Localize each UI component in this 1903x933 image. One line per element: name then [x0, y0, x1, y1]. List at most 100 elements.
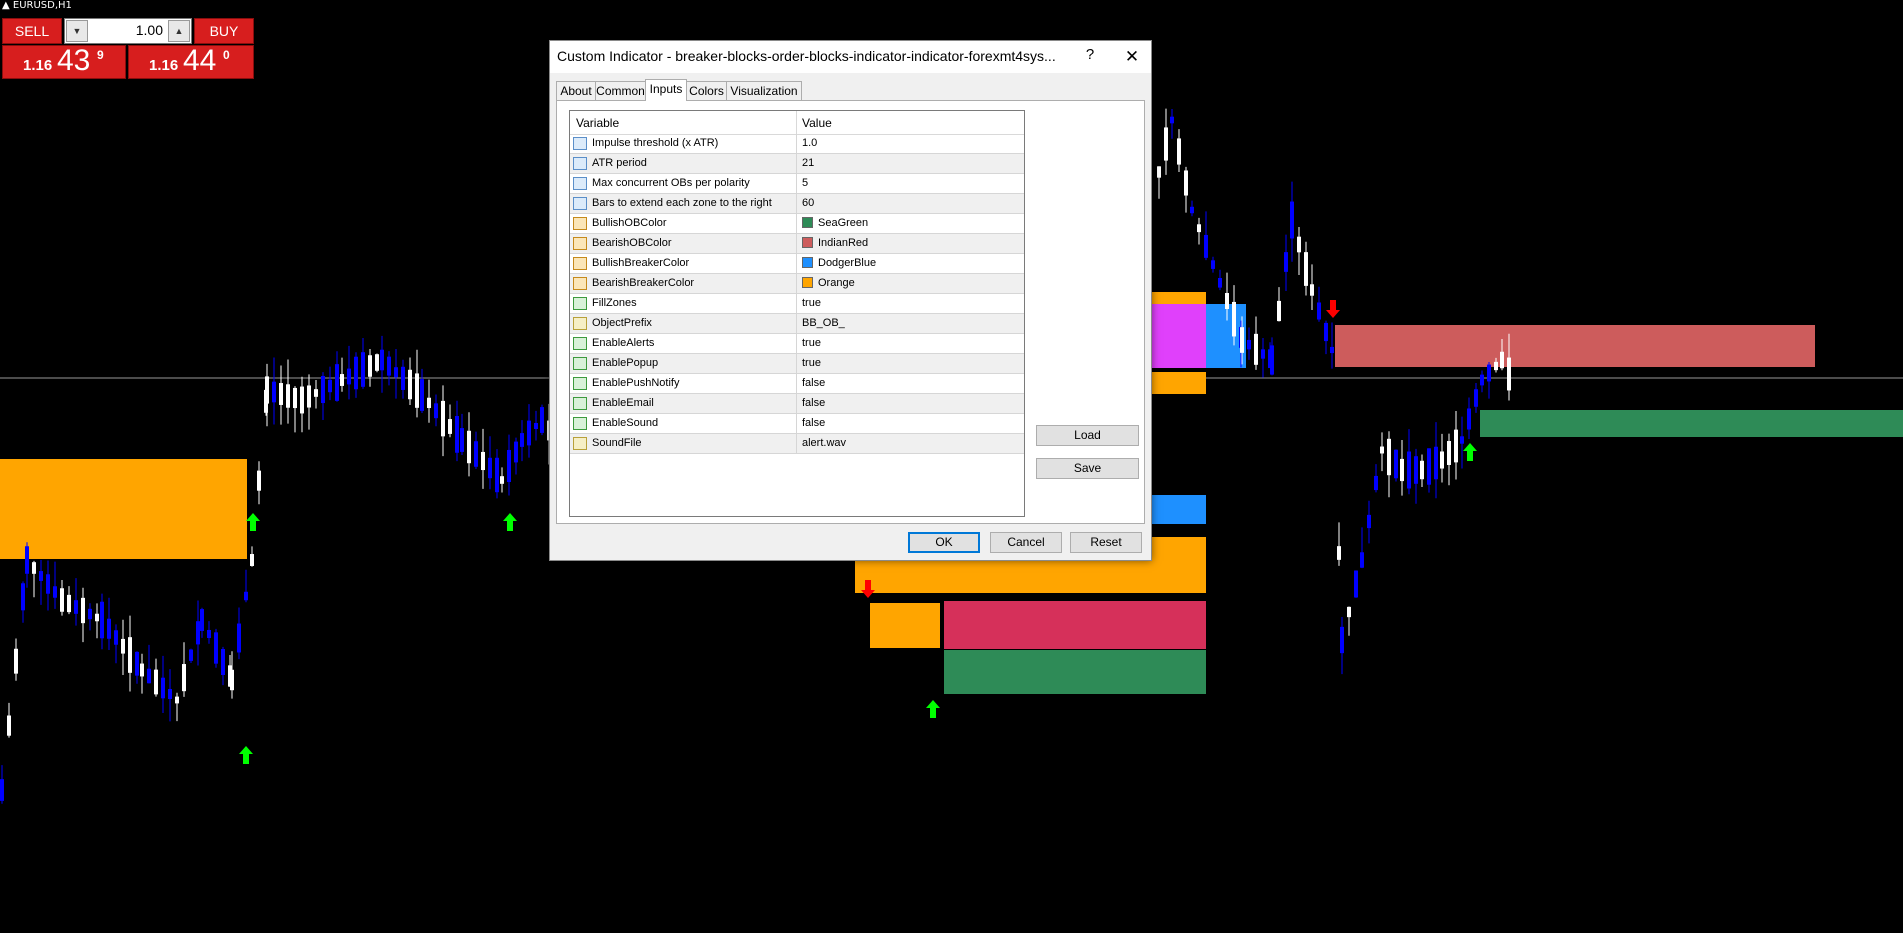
table-row[interactable]: EnableAlerts true [570, 334, 1024, 354]
candle-body [448, 419, 452, 434]
save-button[interactable]: Save [1036, 458, 1139, 479]
reset-button[interactable]: Reset [1070, 532, 1142, 553]
lot-down-button[interactable]: ▼ [66, 20, 88, 42]
variable-value[interactable]: false [802, 377, 825, 389]
variable-value[interactable]: true [802, 357, 821, 369]
candle-body [527, 420, 531, 446]
variable-value[interactable]: 5 [802, 177, 808, 189]
variable-value-text: DodgerBlue [818, 257, 877, 269]
variable-value[interactable]: alert.wav [802, 437, 846, 449]
variable-value-text: 21 [802, 157, 815, 169]
table-row[interactable]: EnableSound false [570, 414, 1024, 434]
ask-price[interactable]: 1.16 44 0 [128, 44, 254, 79]
table-row[interactable]: ObjectPrefix BB_OB_ [570, 314, 1024, 334]
table-row[interactable]: Impulse threshold (x ATR) 1.0 [570, 134, 1024, 154]
ok-button[interactable]: OK [908, 532, 980, 553]
orange-zone [1150, 372, 1206, 394]
dialog-titlebar[interactable]: Custom Indicator - breaker-blocks-order-… [550, 41, 1151, 73]
variable-value[interactable]: true [802, 337, 821, 349]
candle-body [1290, 201, 1294, 239]
variable-name: ATR period [592, 157, 647, 169]
candle-body [314, 389, 318, 397]
variable-value[interactable]: 1.0 [802, 137, 817, 149]
inputs-panel: Variable Value Impulse threshold (x ATR)… [556, 100, 1145, 524]
down-arrow-icon [1326, 300, 1340, 318]
variable-name: BearishBreakerColor [592, 277, 695, 289]
table-row[interactable]: Bars to extend each zone to the right 60 [570, 194, 1024, 214]
table-row[interactable]: BullishBreakerColor DodgerBlue [570, 254, 1024, 274]
number-type-icon [573, 177, 587, 190]
variable-value[interactable]: 21 [802, 157, 814, 169]
candle-body [140, 663, 144, 677]
help-button[interactable]: ? [1080, 46, 1100, 63]
candle-body [39, 571, 43, 581]
bid-price[interactable]: 1.16 43 9 [2, 44, 126, 79]
candle-body [67, 594, 71, 613]
column-divider[interactable] [796, 111, 797, 134]
candle-body [279, 383, 283, 405]
variable-value[interactable]: Orange [802, 277, 855, 289]
table-row[interactable]: BearishBreakerColor Orange [570, 274, 1024, 294]
variable-value[interactable]: IndianRed [802, 237, 868, 249]
close-button[interactable]: ✕ [1114, 43, 1150, 71]
cancel-button[interactable]: Cancel [990, 532, 1062, 553]
variable-name: EnableEmail [592, 397, 654, 409]
candle-body [1507, 357, 1511, 391]
table-row[interactable]: BearishOBColor IndianRed [570, 234, 1024, 254]
load-button[interactable]: Load [1036, 425, 1139, 446]
ask-price-pips: 44 [183, 44, 217, 77]
column-header-variable[interactable]: Variable [576, 116, 619, 130]
variable-value-text: 1.0 [802, 137, 818, 149]
sell-button[interactable]: SELL [2, 18, 62, 44]
boolean-type-icon [573, 297, 587, 310]
table-row[interactable]: FillZones true [570, 294, 1024, 314]
buy-button[interactable]: BUY [194, 18, 254, 44]
candle-body [328, 379, 332, 393]
candle-body [375, 354, 379, 371]
candle-body [540, 407, 544, 433]
table-row[interactable]: SoundFile alert.wav [570, 434, 1024, 454]
inputs-table[interactable]: Variable Value Impulse threshold (x ATR)… [569, 110, 1025, 517]
tab-about[interactable]: About [556, 81, 596, 100]
candle-body [1474, 389, 1478, 407]
candle-body [474, 441, 478, 467]
variable-name: Bars to extend each zone to the right [592, 197, 772, 209]
table-row[interactable]: EnableEmail false [570, 394, 1024, 414]
table-row[interactable]: Max concurrent OBs per polarity 5 [570, 174, 1024, 194]
candle-body [196, 621, 200, 645]
variable-value[interactable]: BB_OB_ [802, 317, 845, 329]
boolean-type-icon [573, 377, 587, 390]
column-divider [796, 214, 797, 233]
variable-value[interactable]: SeaGreen [802, 217, 868, 229]
dodgerblue-zone [1150, 495, 1206, 524]
variable-value[interactable]: 60 [802, 197, 814, 209]
string-type-icon [573, 317, 587, 330]
lot-up-button[interactable]: ▲ [168, 20, 190, 42]
column-divider [796, 234, 797, 253]
table-row[interactable]: EnablePopup true [570, 354, 1024, 374]
variable-value[interactable]: false [802, 417, 825, 429]
variable-value[interactable]: true [802, 297, 821, 309]
column-header-value[interactable]: Value [802, 116, 832, 130]
lot-size-input[interactable]: ▼ 1.00 ▲ [64, 18, 192, 44]
triangle-icon: ▲ [2, 0, 10, 11]
candle-body [1447, 441, 1451, 465]
table-row[interactable]: BullishOBColor SeaGreen [570, 214, 1024, 234]
variable-value[interactable]: false [802, 397, 825, 409]
candle-body [286, 384, 290, 408]
candle-body [1197, 224, 1201, 233]
column-divider [796, 194, 797, 213]
column-divider [796, 414, 797, 433]
table-row[interactable]: ATR period 21 [570, 154, 1024, 174]
tab-common[interactable]: Common [595, 81, 646, 100]
boolean-type-icon [573, 417, 587, 430]
tab-colors[interactable]: Colors [686, 81, 727, 100]
tab-inputs[interactable]: Inputs [645, 79, 687, 101]
tab-visualization[interactable]: Visualization [726, 81, 802, 100]
candle-body [1427, 448, 1431, 485]
boolean-type-icon [573, 337, 587, 350]
table-row[interactable]: EnablePushNotify false [570, 374, 1024, 394]
variable-value[interactable]: DodgerBlue [802, 257, 876, 269]
candle-body [321, 375, 325, 404]
variable-value-text: BB_OB_ [802, 317, 845, 329]
